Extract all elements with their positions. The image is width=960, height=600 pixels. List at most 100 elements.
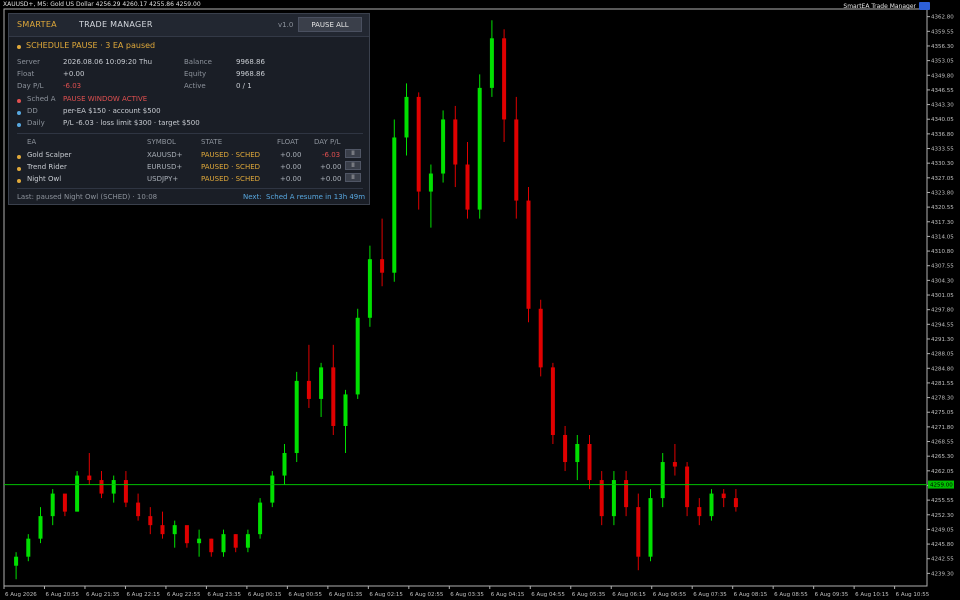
bear-candle xyxy=(331,367,336,426)
ea-daypl: +0.00 xyxy=(320,175,342,183)
ea-float: +0.00 xyxy=(280,151,302,159)
bull-candle xyxy=(392,137,397,273)
bear-candle xyxy=(233,534,238,548)
bear-candle xyxy=(587,444,592,481)
ea-state: PAUSED · SCHED xyxy=(201,163,261,171)
x-tick-label: 6 Aug 00:15 xyxy=(248,592,282,598)
y-tick-label: 4301.05 xyxy=(931,293,954,299)
active-label: Active xyxy=(184,82,206,90)
dd-value: per-EA $150 · account $500 xyxy=(63,107,161,115)
bull-candle xyxy=(294,380,299,454)
bear-candle xyxy=(306,380,311,399)
y-tick-label: 4340.05 xyxy=(931,117,954,123)
bull-candle xyxy=(575,444,580,463)
x-tick-label: 6 Aug 01:35 xyxy=(329,592,363,598)
y-tick-label: 4330.30 xyxy=(931,161,954,167)
x-tick-label: 6 Aug 02:55 xyxy=(410,592,444,598)
y-tick-label: 4284.80 xyxy=(931,366,954,372)
ea-daypl: -6.03 xyxy=(322,151,341,159)
divider xyxy=(17,188,363,189)
active-value: 0 / 1 xyxy=(236,82,252,90)
col-float: FLOAT xyxy=(277,138,299,146)
y-tick-label: 4252.30 xyxy=(931,513,954,519)
bear-candle xyxy=(465,164,470,210)
ea-name: Night Owl xyxy=(27,175,62,183)
ea-status-dot-icon xyxy=(17,155,21,159)
panel-version: v1.0 xyxy=(278,21,294,29)
bear-candle xyxy=(123,480,128,503)
y-tick-label: 4271.80 xyxy=(931,425,954,431)
bull-candle xyxy=(660,462,665,499)
x-tick-label: 6 Aug 21:35 xyxy=(86,592,120,598)
bull-candle xyxy=(709,493,714,517)
bear-candle xyxy=(160,525,165,535)
col-ea: EA xyxy=(27,138,37,146)
bear-candle xyxy=(453,119,458,165)
bull-candle xyxy=(270,475,275,503)
bear-candle xyxy=(184,525,189,544)
bull-candle xyxy=(319,367,324,399)
ea-pause-button[interactable]: II xyxy=(345,149,361,158)
bear-candle xyxy=(502,38,507,120)
float-value: +0.00 xyxy=(63,70,85,78)
bear-candle xyxy=(87,475,92,481)
last-action: Last: paused Night Owl (SCHED) · 10:08 xyxy=(17,193,158,201)
x-tick-label: 6 Aug 09:35 xyxy=(815,592,849,598)
y-tick-label: 4278.30 xyxy=(931,396,954,402)
sched-value: PAUSE WINDOW ACTIVE xyxy=(63,95,148,103)
col-state: STATE xyxy=(201,138,223,146)
bear-candle xyxy=(563,434,568,463)
y-tick-label: 4239.30 xyxy=(931,571,954,577)
bear-candle xyxy=(148,516,153,526)
daily-dot-icon xyxy=(17,123,21,127)
bear-candle xyxy=(416,96,421,192)
x-tick-label: 6 Aug 03:35 xyxy=(450,592,484,598)
bear-candle xyxy=(209,538,214,553)
y-tick-label: 4314.05 xyxy=(931,234,954,240)
x-tick-label: 6 Aug 08:55 xyxy=(774,592,808,598)
balance-value: 9968.86 xyxy=(236,58,265,66)
dd-dot-icon xyxy=(17,111,21,115)
bear-candle xyxy=(136,502,141,517)
x-tick-label: 6 Aug 22:15 xyxy=(126,592,160,598)
bull-candle xyxy=(172,525,177,535)
bull-candle xyxy=(648,498,653,557)
bull-candle xyxy=(428,173,433,192)
y-tick-label: 4323.80 xyxy=(931,190,954,196)
x-tick-label: 6 Aug 07:35 xyxy=(693,592,727,598)
dd-label: DD xyxy=(27,107,38,115)
pause-all-button[interactable]: PAUSE ALL xyxy=(298,17,362,32)
y-tick-label: 4353.05 xyxy=(931,59,954,65)
ea-pause-button[interactable]: II xyxy=(345,173,361,182)
bear-candle xyxy=(721,493,726,499)
daypl-value: -6.03 xyxy=(63,82,82,90)
ea-name: Trend Rider xyxy=(27,163,67,171)
server-value: 2026.08.06 10:09:20 Thu xyxy=(63,58,153,66)
ea-pause-button[interactable]: II xyxy=(345,161,361,170)
bear-candle xyxy=(514,119,519,201)
next-label: Next: xyxy=(243,193,262,201)
trade-manager-panel: SMARTEA TRADE MANAGER v1.0 PAUSE ALL SCH… xyxy=(8,13,370,205)
y-tick-label: 4346.55 xyxy=(931,88,954,94)
bull-candle xyxy=(197,538,202,544)
y-tick-label: 4297.80 xyxy=(931,308,954,314)
bear-candle xyxy=(538,308,543,368)
divider xyxy=(17,133,363,134)
y-tick-label: 4268.55 xyxy=(931,440,954,446)
x-tick-label: 6 Aug 04:15 xyxy=(491,592,525,598)
bull-candle xyxy=(38,516,43,539)
ea-status-dot-icon xyxy=(17,179,21,183)
x-tick-label: 6 Aug 10:15 xyxy=(855,592,889,598)
y-tick-label: 4349.80 xyxy=(931,73,954,79)
bull-candle xyxy=(367,259,372,318)
y-tick-label: 4327.05 xyxy=(931,176,954,182)
bull-candle xyxy=(404,96,409,138)
schedule-dot-icon xyxy=(17,99,21,103)
panel-brand: SMARTEA xyxy=(17,20,57,29)
status-dot-icon xyxy=(17,45,21,49)
chart-symbol-header: XAUUSD+, M5: Gold US Dollar 4256.29 4260… xyxy=(3,1,201,8)
x-tick-label: 6 Aug 2026 xyxy=(5,592,37,598)
balance-label: Balance xyxy=(184,58,212,66)
ea-symbol: USDJPY+ xyxy=(147,175,179,183)
float-label: Float xyxy=(17,70,35,78)
